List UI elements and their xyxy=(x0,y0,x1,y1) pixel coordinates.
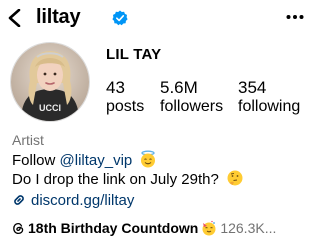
posts-stat[interactable]: 43 posts xyxy=(106,78,144,116)
thinking-face-emoji xyxy=(227,170,243,186)
following-stat[interactable]: 354 following xyxy=(238,78,300,116)
posts-count: 43 xyxy=(106,78,125,97)
following-count: 354 xyxy=(238,78,267,97)
followers-label: followers xyxy=(160,98,224,115)
followers-count: 5.6M xyxy=(160,78,198,97)
link-icon xyxy=(14,195,24,205)
profile-link[interactable]: discord.gg/liltay xyxy=(12,192,134,209)
bio-follow-text: Follow xyxy=(12,152,60,169)
bio-question-text: Do I drop the link on July 29th? xyxy=(12,171,219,188)
verified-badge-icon xyxy=(112,10,128,26)
smiling-face-with-halo-emoji xyxy=(141,150,156,168)
more-horizontal-icon[interactable] xyxy=(286,12,304,22)
threads-icon xyxy=(13,222,24,235)
threads-badge[interactable]: 18th Birthday Countdown 126.3K... xyxy=(12,220,276,236)
chevron-left-icon[interactable] xyxy=(7,9,23,27)
bio-line-1: Follow @liltay_vip xyxy=(12,150,157,170)
followers-stat[interactable]: 5.6M followers xyxy=(160,78,223,116)
bio-mention-link[interactable]: @liltay_vip xyxy=(60,152,133,169)
display-name: LIL TAY xyxy=(106,46,162,63)
threads-followers-count: 126.3K... xyxy=(220,220,277,236)
bio-line-2: Do I drop the link on July 29th? xyxy=(12,169,244,189)
profile-link-text: discord.gg/liltay xyxy=(31,192,135,209)
threads-title: 18th Birthday Countdown xyxy=(28,220,199,236)
following-label: following xyxy=(238,98,301,115)
profile-category: Artist xyxy=(12,132,44,148)
profile-header: liltay xyxy=(0,0,320,36)
profile-picture[interactable]: UCCI xyxy=(10,42,90,122)
username-title: liltay xyxy=(36,6,81,28)
posts-label: posts xyxy=(106,98,145,115)
svg-text:UCCI: UCCI xyxy=(39,103,61,113)
partying-face-emoji xyxy=(202,220,216,236)
